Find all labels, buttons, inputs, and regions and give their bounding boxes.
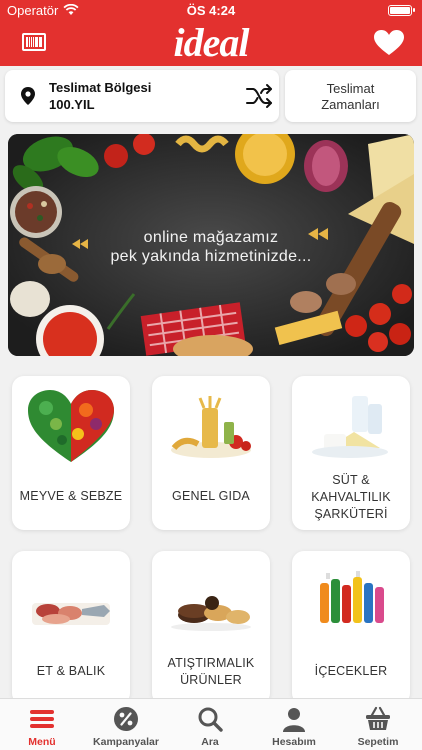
delivery-time-line1: Teslimat [326,81,375,96]
app-header: Operatör ÖS 4:24 ideal [0,0,422,66]
category-label-line3: ŞARKÜTERİ [314,507,388,521]
delivery-time-line2: Zamanları [321,97,380,112]
clock: ÖS 4:24 [186,3,236,18]
fruits-vegetables-heart-image [28,390,114,462]
basket-icon [366,706,390,730]
location-pin-icon [21,87,35,105]
search-icon [198,707,223,732]
shuffle-icon[interactable] [246,83,274,109]
tab-label: Menü [28,736,56,748]
banner-text: online mağazamız pek yakında hizmetinizd… [8,228,414,266]
general-food-image [171,396,251,458]
status-bar: Operatör ÖS 4:24 [0,0,422,22]
user-icon [283,708,305,732]
delivery-region-title: Teslimat Bölgesi [49,80,152,95]
tab-basket[interactable]: Sepetim [336,699,420,750]
dairy-products-image [312,396,388,458]
tab-account[interactable]: Hesabım [252,699,336,750]
category-card-snacks[interactable]: ATIŞTIRMALIK ÜRÜNLER [152,551,270,705]
category-card-fruits-vegetables[interactable]: MEYVE & SEBZE [12,376,130,530]
battery-icon [388,5,415,16]
heart-icon[interactable] [374,30,404,56]
category-label-line1: SÜT & [332,473,370,487]
category-label: GENEL GIDA [172,489,250,503]
meat-fish-image [32,603,110,625]
category-card-general-food[interactable]: GENEL GIDA [152,376,270,530]
delivery-region-value: 100.YIL [49,97,95,112]
delivery-time-button[interactable]: Teslimat Zamanları [285,70,416,122]
beverages-image [320,571,384,623]
tab-menu[interactable]: Menü [0,699,84,750]
tab-label: Kampanyalar [93,736,159,748]
category-card-meat-fish[interactable]: ET & BALIK [12,551,130,705]
category-label-line2: ÜRÜNLER [180,673,242,687]
menu-icon [30,710,54,728]
category-card-dairy-breakfast[interactable]: SÜT & KAHVALTILIK ŞARKÜTERİ [292,376,410,530]
category-label-line2: KAHVALTILIK [311,490,391,504]
banner-line1: online mağazamız [143,229,279,246]
tab-label: Ara [201,736,219,748]
snacks-image [171,596,251,631]
promo-banner[interactable]: online mağazamız pek yakında hizmetinizd… [8,134,414,356]
bottom-tab-bar: Menü Kampanyalar Ara Hesabım Sepetim [0,698,422,750]
tab-label: Hesabım [272,736,316,748]
percent-icon [114,707,138,731]
banner-line2: pek yakında hizmetinizde... [110,248,312,265]
category-label: MEYVE & SEBZE [19,489,123,503]
category-card-beverages[interactable]: İÇECEKLER [292,551,410,705]
category-label: İÇECEKLER [314,664,388,678]
delivery-region-card[interactable]: Teslimat Bölgesi 100.YIL [5,70,279,122]
ideal-logo: ideal [173,20,250,65]
tab-label: Sepetim [357,736,399,748]
category-label: ET & BALIK [36,664,106,678]
barcode-scan-button[interactable] [22,33,46,51]
category-label-line1: ATIŞTIRMALIK [167,656,255,670]
tab-search[interactable]: Ara [168,699,252,750]
tab-campaigns[interactable]: Kampanyalar [84,699,168,750]
